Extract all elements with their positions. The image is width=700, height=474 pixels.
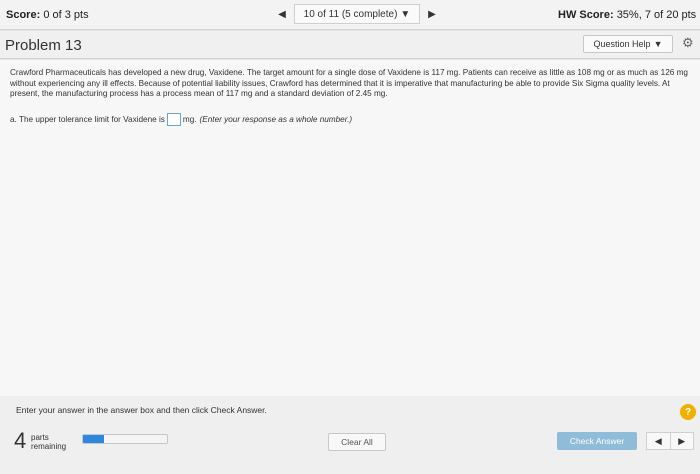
- part-a-unit: mg.: [182, 115, 197, 124]
- question-text: Crawford Pharmaceuticals has developed a…: [10, 68, 688, 98]
- help-icon[interactable]: ?: [680, 404, 696, 420]
- part-a-prefix: a. The upper tolerance limit for Vaxiden…: [10, 115, 165, 124]
- score-label: Score:: [6, 9, 41, 21]
- chevron-down-icon: ▼: [653, 39, 663, 49]
- question-select[interactable]: 10 of 11 (5 complete) ▼: [294, 4, 420, 24]
- next-question-icon[interactable]: ▶: [420, 4, 444, 24]
- top-bar: Score: 0 of 3 pts ◀ 10 of 11 (5 complete…: [0, 0, 700, 30]
- score: Score: 0 of 3 pts: [6, 9, 89, 21]
- question-area: Crawford Pharmaceuticals has developed a…: [0, 60, 700, 396]
- question-select-label: 10 of 11 (5 complete): [303, 8, 398, 20]
- parts-progress-fill: [83, 435, 104, 443]
- instructions: Enter your answer in the answer box and …: [16, 405, 267, 415]
- question-help-button[interactable]: Question Help ▼: [583, 35, 673, 53]
- prev-question-icon[interactable]: ◀: [270, 4, 294, 24]
- parts-progress-bar: [82, 434, 168, 444]
- parts-label-line1: parts: [31, 433, 49, 442]
- parts-count: 4: [14, 428, 27, 453]
- page-title: Problem 13: [5, 37, 82, 54]
- hw-score: HW Score: 35%, 7 of 20 pts: [558, 9, 696, 21]
- score-value: 0 of 3 pts: [43, 9, 89, 21]
- part-a-hint: (Enter your response as a whole number.): [199, 115, 353, 124]
- question-navigator: ◀ 10 of 11 (5 complete) ▼ ▶: [270, 4, 444, 24]
- gear-icon[interactable]: ⚙: [682, 36, 696, 50]
- problem-title-bar: Problem 13 Question Help ▼ ⚙: [0, 31, 700, 59]
- chevron-down-icon: ▼: [400, 8, 411, 20]
- next-icon[interactable]: ▶: [669, 433, 694, 449]
- question-help-label: Question Help: [593, 39, 651, 49]
- clear-all-button[interactable]: Clear All: [328, 433, 386, 451]
- hw-score-label: HW Score:: [558, 9, 614, 21]
- footer: Enter your answer in the answer box and …: [0, 396, 700, 474]
- answer-input[interactable]: [166, 113, 181, 126]
- check-answer-button[interactable]: Check Answer: [557, 432, 637, 450]
- parts-remaining-label: parts remaining: [31, 433, 66, 451]
- parts-label-line2: remaining: [31, 442, 67, 451]
- part-a: a. The upper tolerance limit for Vaxiden…: [10, 113, 352, 126]
- pager: ◀ ▶: [646, 432, 694, 450]
- prev-icon[interactable]: ◀: [647, 433, 670, 449]
- hw-score-value: 35%, 7 of 20 pts: [616, 9, 697, 21]
